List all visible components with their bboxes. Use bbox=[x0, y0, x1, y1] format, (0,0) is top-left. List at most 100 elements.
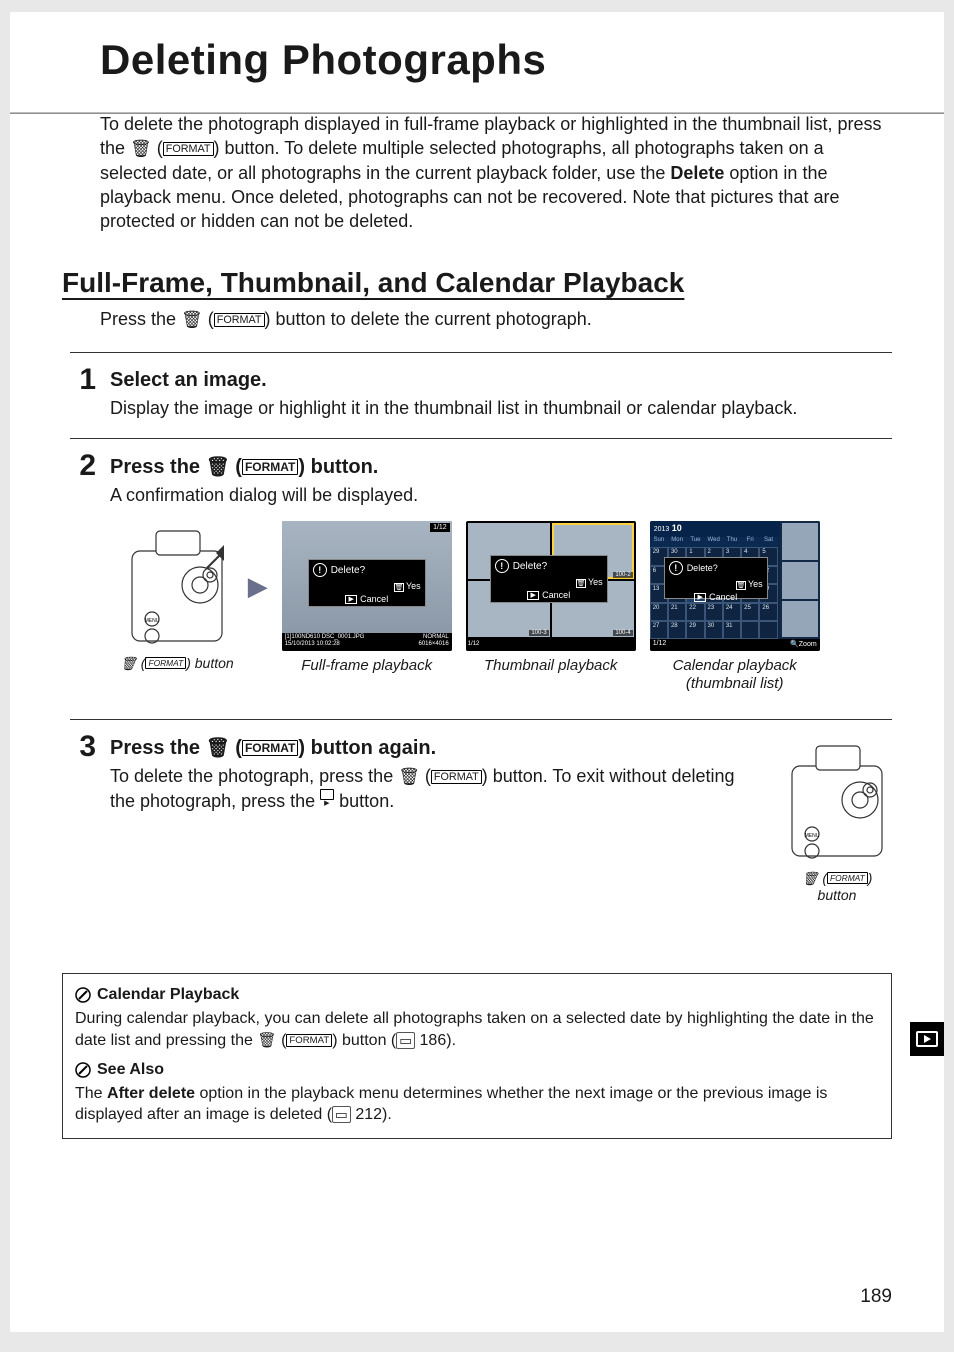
step3-diagram-col: MENU 🗑 (FORMAT) button bbox=[782, 736, 892, 903]
step2-head-a: Press the bbox=[110, 456, 206, 478]
note-see-a: The bbox=[75, 1085, 107, 1102]
cal-days: Sun Mon Tue Wed Thu Fri Sat bbox=[650, 537, 778, 547]
content: Deleting Photographs To delete the photo… bbox=[62, 36, 892, 1139]
cal-thumb bbox=[782, 523, 818, 560]
note-seealso-head: See Also bbox=[75, 1059, 879, 1081]
dialog-cancel: ▶ Cancel bbox=[694, 592, 737, 602]
camera-caption: 🗑 (FORMAT) button bbox=[782, 870, 892, 903]
step2-head-b: button. bbox=[305, 456, 378, 478]
svg-text:MENU: MENU bbox=[144, 618, 159, 624]
after-delete-word: After delete bbox=[107, 1085, 195, 1102]
dialog-yes: 🗑 Yes bbox=[736, 579, 763, 590]
camera-diagram: MENU bbox=[782, 736, 892, 866]
thumbnail-screen: 100-1 100-2 100-3 100-4 ! Delete? bbox=[466, 521, 636, 651]
step-text: To delete the photograph, press the 🗑 (F… bbox=[110, 764, 762, 813]
calendar-col: 2013 10 15/10/2013 Sun Mon Tue Wed Thu F… bbox=[650, 521, 820, 693]
step3-text: Press the 🗑 (FORMAT) button again. To de… bbox=[110, 736, 762, 903]
play-icon: ▶ bbox=[694, 593, 706, 602]
title-rule bbox=[10, 112, 944, 114]
format-badge: FORMAT bbox=[827, 872, 868, 884]
svg-text:MENU: MENU bbox=[805, 833, 820, 839]
step2-image-row: MENU 🗑 (FORMAT) button ▶ bbox=[120, 521, 892, 693]
intro-paragraph: To delete the photograph displayed in fu… bbox=[100, 112, 892, 233]
note-seealso-text: The After delete option in the playback … bbox=[75, 1083, 879, 1126]
step-text: Display the image or highlight it in the… bbox=[110, 396, 892, 420]
cal-day: Thu bbox=[723, 537, 741, 547]
dialog-cancel: ▶ Cancel bbox=[345, 594, 388, 604]
note-calendar-head: Calendar Playback bbox=[75, 984, 879, 1006]
trash-icon: 🗑 bbox=[394, 583, 404, 592]
delete-dialog: ! Delete? 🗑 Yes ▶ Cancel bbox=[490, 555, 608, 603]
trash-icon: 🗑 bbox=[181, 310, 203, 329]
dialog-yes: 🗑 Yes bbox=[576, 577, 603, 588]
cancel-label: Cancel bbox=[542, 590, 570, 600]
step-heading: Select an image. bbox=[110, 369, 892, 392]
step-heading: Press the 🗑 (FORMAT) button. bbox=[110, 455, 892, 479]
cal-day: Sat bbox=[759, 537, 777, 547]
dialog-actions-2: ▶ Cancel bbox=[309, 592, 425, 604]
dialog-inner: ! Delete? bbox=[665, 558, 767, 577]
note-see-title: See Also bbox=[97, 1059, 164, 1081]
note-cal-ref: 186 bbox=[420, 1032, 447, 1049]
format-badge: FORMAT bbox=[286, 1034, 332, 1047]
book-icon: ▭ bbox=[396, 1032, 415, 1049]
separator bbox=[70, 719, 892, 720]
cancel-label: Cancel bbox=[360, 594, 388, 604]
s3-text-c: button. bbox=[334, 791, 394, 811]
page-outer: Deleting Photographs To delete the photo… bbox=[0, 0, 954, 1342]
dialog-actions-2: ▶ Cancel bbox=[491, 588, 607, 600]
page-number: 189 bbox=[860, 1286, 892, 1308]
delete-word: Delete bbox=[670, 163, 724, 183]
note-calendar-text: During calendar playback, you can delete… bbox=[75, 1008, 879, 1051]
subintro-a: Press the bbox=[100, 309, 181, 329]
cancel-label: Cancel bbox=[709, 592, 737, 602]
trash-icon: 🗑 bbox=[802, 871, 819, 886]
cal-side bbox=[780, 521, 820, 639]
page: Deleting Photographs To delete the photo… bbox=[10, 12, 944, 1332]
thumbnail-caption: Thumbnail playback bbox=[484, 657, 617, 675]
s3-text-a: To delete the photograph, press the bbox=[110, 766, 398, 786]
footer-r2: 6016×4016 bbox=[418, 641, 448, 648]
cal-day: Mon bbox=[668, 537, 686, 547]
note-cal-c: ). bbox=[446, 1032, 456, 1049]
trash-icon: 🗑 bbox=[206, 738, 230, 759]
yes-label: Yes bbox=[588, 577, 603, 587]
format-badge: FORMAT bbox=[242, 740, 298, 756]
cal-footer-right: 🔍Zoom bbox=[790, 640, 817, 650]
play-icon bbox=[916, 1031, 938, 1047]
separator bbox=[70, 438, 892, 439]
trash-icon: 🗑 bbox=[120, 656, 137, 671]
screen-footer: [1]100ND610 DSC_0001.JPG NORMAL 15/10/20… bbox=[282, 633, 452, 651]
cal-day: Wed bbox=[705, 537, 723, 547]
fullframe-caption: Full-frame playback bbox=[301, 657, 432, 675]
dialog-actions: 🗑 Yes bbox=[665, 577, 767, 590]
note-see-ref: 212 bbox=[355, 1106, 382, 1123]
step-number: 1 bbox=[70, 365, 96, 420]
trash-icon: 🗑 bbox=[736, 581, 746, 590]
dialog-title: Delete? bbox=[513, 561, 547, 572]
separator bbox=[70, 352, 892, 353]
camera-diagram-col: MENU 🗑 (FORMAT) button bbox=[120, 521, 234, 672]
step-text: A confirmation dialog will be displayed. bbox=[110, 483, 892, 507]
dialog-yes: 🗑 Yes bbox=[394, 581, 421, 592]
warn-icon: ! bbox=[669, 561, 683, 575]
note-cal-b: button ( bbox=[338, 1032, 397, 1049]
dialog-title: Delete? bbox=[331, 565, 365, 576]
step3-head-a: Press the bbox=[110, 737, 206, 759]
dialog-cancel: ▶ Cancel bbox=[527, 590, 570, 600]
dialog-actions: 🗑 Yes bbox=[491, 575, 607, 588]
trash-icon: 🗑 bbox=[206, 457, 230, 478]
step-body: Press the 🗑 (FORMAT) button again. To de… bbox=[110, 732, 892, 903]
trash-icon: 🗑 bbox=[398, 767, 420, 786]
format-badge: FORMAT bbox=[163, 142, 214, 156]
dialog-title: Delete? bbox=[687, 563, 718, 573]
footer-r1: NORMAL bbox=[423, 634, 449, 641]
play-icon: ▶ bbox=[527, 591, 539, 600]
yes-label: Yes bbox=[406, 581, 421, 591]
step3-row: Press the 🗑 (FORMAT) button again. To de… bbox=[110, 736, 892, 903]
book-icon: ▭ bbox=[332, 1106, 351, 1123]
cal-year: 2013 bbox=[654, 526, 670, 533]
footer-l2: 15/10/2013 10:02:28 bbox=[285, 641, 340, 648]
calendar-caption-l1: Calendar playback bbox=[673, 657, 797, 674]
step-heading: Press the 🗑 (FORMAT) button again. bbox=[110, 736, 762, 760]
